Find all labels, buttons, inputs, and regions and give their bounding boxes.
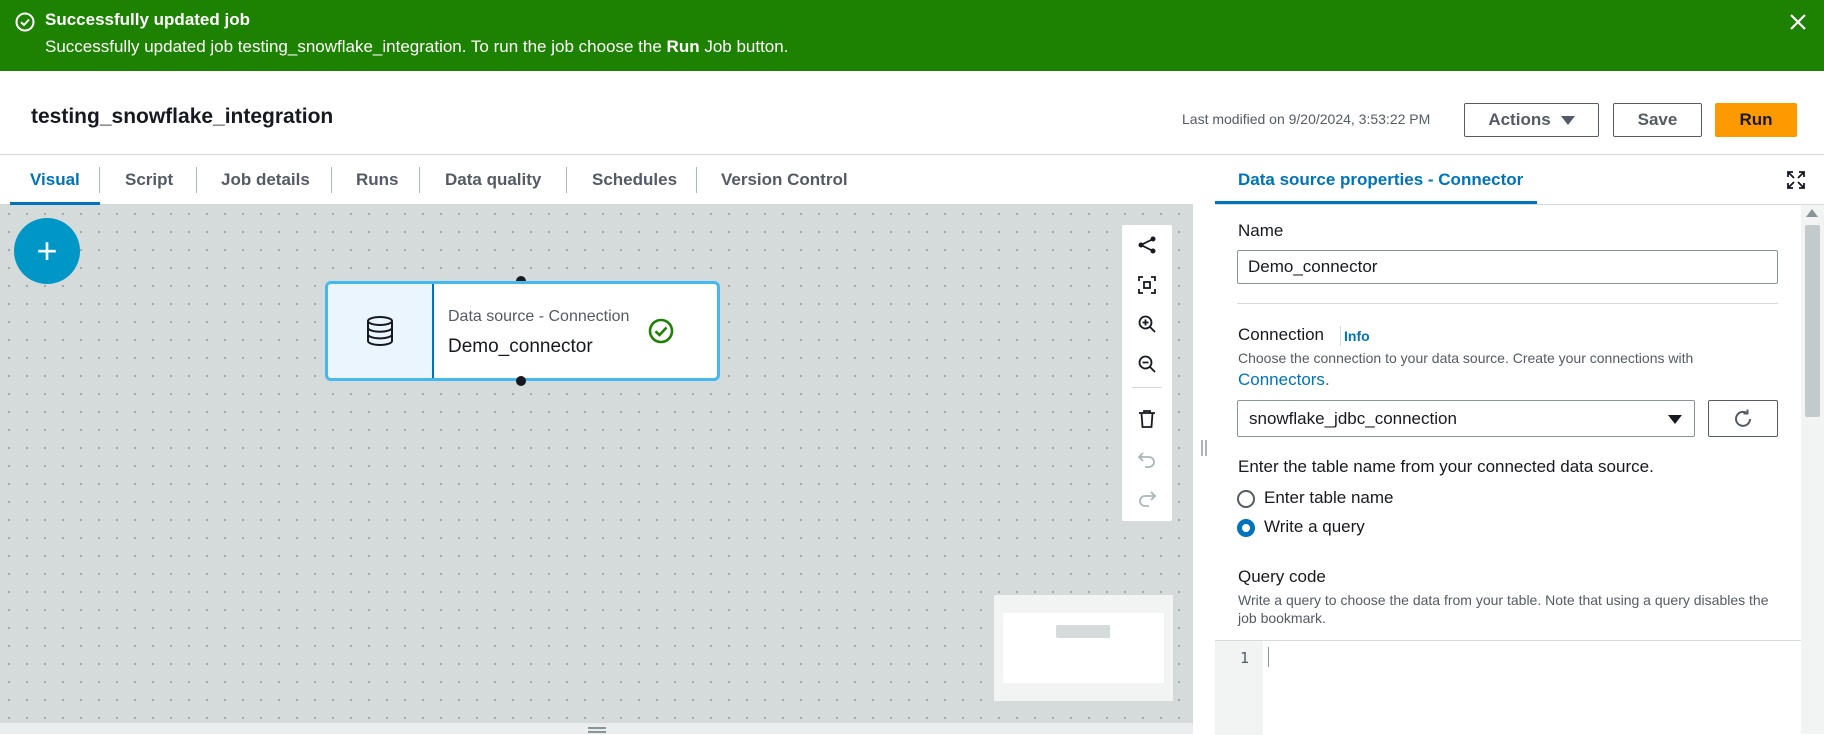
canvas-minimap[interactable] [993, 594, 1174, 702]
connectors-line: Connectors. [1238, 370, 1330, 390]
connectors-suffix: . [1324, 370, 1330, 389]
table-prompt: Enter the table name from your connected… [1238, 457, 1654, 476]
connection-select-value: snowflake_jdbc_connection [1249, 408, 1457, 428]
undo-icon [1135, 447, 1159, 471]
delete-icon[interactable] [1135, 407, 1159, 431]
flash-message-text: Successfully updated job testing_snowfla… [45, 37, 667, 56]
node-type-label: Data source - Connection [448, 308, 630, 325]
editor-cursor [1268, 647, 1269, 667]
tab-version-control[interactable]: Version Control [721, 155, 848, 204]
caret-down-icon [1668, 415, 1682, 424]
tab-divider [566, 167, 567, 193]
zoom-out-icon[interactable] [1135, 352, 1159, 376]
radio-enter-table-name[interactable] [1237, 490, 1255, 508]
tab-data-source-properties[interactable]: Data source properties - Connector [1238, 155, 1523, 204]
flash-message-suffix: Job button. [699, 37, 789, 56]
add-node-button[interactable]: + [14, 218, 80, 284]
save-button[interactable]: Save [1613, 103, 1702, 137]
tab-divider [696, 167, 697, 193]
radio-write-query-label[interactable]: Write a query [1264, 517, 1365, 537]
actions-button[interactable]: Actions [1464, 103, 1599, 137]
scrollbar-thumb[interactable] [1805, 225, 1820, 417]
radio-enter-table-name-label[interactable]: Enter table name [1264, 488, 1393, 508]
tab-visual[interactable]: Visual [10, 155, 100, 205]
panel-splitter[interactable] [1193, 155, 1215, 734]
tab-data-quality[interactable]: Data quality [445, 155, 541, 204]
node-icon-area [328, 284, 434, 378]
query-code-editor[interactable]: 1 [1215, 640, 1801, 735]
refresh-connections-button[interactable] [1708, 400, 1778, 437]
editor-gutter: 1 [1215, 641, 1263, 735]
radio-write-query[interactable] [1237, 519, 1255, 537]
canvas-resize-bar[interactable] [0, 722, 1193, 734]
layout-icon[interactable] [1135, 233, 1159, 257]
success-flash-banner: Successfully updated job Successfully up… [0, 0, 1824, 71]
job-header: testing_snowflake_integration Last modif… [0, 71, 1824, 155]
job-tabs: Visual Script Job details Runs Data qual… [0, 155, 1193, 205]
tab-runs[interactable]: Runs [356, 155, 399, 204]
minimap-node [1056, 625, 1110, 638]
connection-label: Connection [1238, 325, 1325, 344]
toolbar-divider [1132, 387, 1162, 388]
name-input[interactable]: Demo_connector [1237, 250, 1778, 284]
fit-view-icon[interactable] [1135, 273, 1159, 297]
label-divider [1340, 326, 1341, 346]
canvas-toolbar [1122, 225, 1172, 521]
last-modified-text: Last modified on 9/20/2024, 3:53:22 PM [1182, 111, 1431, 127]
properties-panel: Data source properties - Connector Name … [1215, 155, 1824, 735]
name-label: Name [1238, 221, 1284, 240]
connection-description: Choose the connection to your data sourc… [1238, 349, 1778, 367]
tab-border [1215, 204, 1824, 205]
connection-info-link[interactable]: Info [1344, 328, 1370, 344]
redo-icon [1135, 486, 1159, 510]
query-code-label: Query code [1238, 567, 1326, 586]
database-icon [367, 316, 393, 347]
tab-divider [331, 167, 332, 193]
close-icon[interactable] [1786, 10, 1810, 34]
expand-icon[interactable] [1786, 170, 1806, 190]
check-circle-icon [648, 318, 674, 344]
node-output-handle[interactable] [516, 376, 526, 386]
data-source-node[interactable]: Data source - Connection Demo_connector [325, 281, 720, 381]
actions-label: Actions [1488, 110, 1551, 129]
connection-description-text: Choose the connection to your data sourc… [1238, 350, 1694, 366]
resize-grip-icon[interactable] [588, 727, 606, 733]
tab-divider [99, 167, 100, 193]
caret-down-icon [1560, 115, 1575, 125]
section-divider [1237, 303, 1778, 304]
splitter-handle-icon[interactable] [1201, 440, 1207, 456]
refresh-icon [1735, 409, 1751, 427]
zoom-in-icon[interactable] [1135, 312, 1159, 336]
line-number: 1 [1240, 649, 1250, 667]
connection-select[interactable]: snowflake_jdbc_connection [1237, 400, 1695, 437]
panel-scrollbar[interactable] [1801, 205, 1824, 734]
minimap-viewport [1003, 613, 1164, 683]
flash-message-run: Run [666, 37, 700, 56]
node-name-label: Demo_connector [448, 336, 593, 357]
query-code-description: Write a query to choose the data from yo… [1238, 592, 1769, 626]
connectors-link[interactable]: Connectors [1238, 370, 1325, 389]
run-button[interactable]: Run [1715, 103, 1797, 137]
flash-title: Successfully updated job [45, 10, 250, 29]
tab-script[interactable]: Script [125, 155, 173, 204]
job-title: testing_snowflake_integration [31, 105, 334, 128]
tab-job-details[interactable]: Job details [221, 155, 310, 204]
check-circle-icon [15, 12, 35, 32]
tab-schedules[interactable]: Schedules [592, 155, 677, 204]
tab-divider [419, 167, 420, 193]
scroll-up-icon[interactable] [1806, 209, 1818, 217]
tab-divider [196, 167, 197, 193]
flash-message: Successfully updated job testing_snowfla… [45, 37, 788, 57]
